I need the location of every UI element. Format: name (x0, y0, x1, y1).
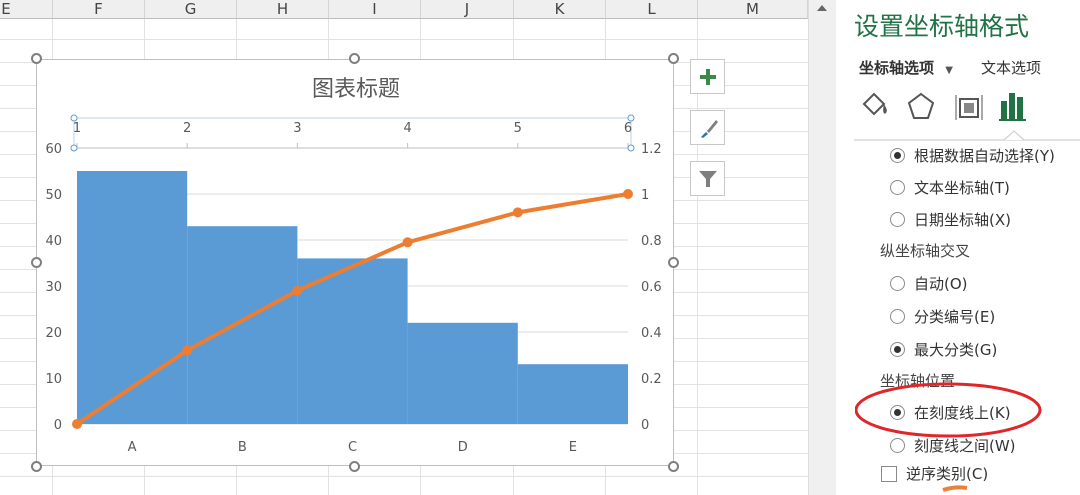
resize-handle-bottom-left[interactable] (31, 461, 42, 472)
radio-label[interactable]: 自动(O) (914, 273, 968, 294)
chart-title: 图表标题 (312, 77, 400, 102)
secondary-x-axis-selection (73, 117, 632, 149)
add-chart-element-icon (699, 68, 716, 85)
x2-tick-label: 1 (73, 121, 81, 136)
chevron-down-icon[interactable]: ▼ (945, 65, 953, 76)
resize-handle-bottom-right[interactable] (668, 461, 679, 472)
axis-selection-handle (70, 114, 78, 122)
bar (187, 226, 298, 424)
radio-label[interactable]: 最大分类(G) (914, 339, 997, 360)
column-header[interactable]: J (421, 0, 514, 19)
radio-button[interactable] (890, 342, 905, 357)
column-header[interactable]: E (0, 0, 53, 19)
line-point (623, 189, 633, 199)
fill-line-button[interactable] (858, 90, 892, 124)
fill-line-icon (862, 92, 887, 116)
y2-tick-label: 0.8 (641, 234, 662, 249)
line-point (292, 285, 303, 296)
column-header[interactable]: G (145, 0, 237, 19)
axis-selection-handle (627, 114, 635, 122)
radio-button[interactable] (890, 148, 905, 163)
axis-selection-handle (627, 144, 635, 152)
tab-axis-options-label: 坐标轴选项 (859, 59, 935, 77)
category-label: C (348, 440, 357, 455)
chart-filters-button[interactable] (690, 161, 725, 196)
x2-tick-label: 5 (514, 121, 522, 136)
line-point (72, 419, 82, 429)
effects-pentagon-icon (907, 92, 935, 119)
radio-button[interactable] (890, 212, 905, 227)
gridline-horizontal (0, 39, 808, 40)
column-header[interactable]: L (606, 0, 698, 19)
bar (407, 322, 518, 424)
y-tick-label: 20 (45, 326, 62, 341)
category-label: D (458, 440, 468, 455)
tab-text-options[interactable]: 文本选项 (981, 57, 1041, 78)
scroll-up-arrow-icon[interactable] (809, 0, 835, 16)
line-point (402, 237, 413, 248)
column-header[interactable]: M (698, 0, 808, 19)
category-label: E (569, 440, 577, 455)
column-header[interactable]: F (53, 0, 145, 19)
x2-tick-label: 3 (293, 121, 301, 136)
size-properties-button[interactable] (952, 90, 986, 124)
column-header[interactable]: I (329, 0, 421, 19)
vertical-scrollbar[interactable] (808, 0, 836, 495)
resize-handle-top-left[interactable] (31, 53, 42, 64)
chart-styles-button[interactable] (690, 110, 725, 145)
y-tick-label: 40 (45, 234, 62, 249)
column-header[interactable]: H (237, 0, 329, 19)
pane-title: 设置坐标轴格式 (854, 12, 1030, 41)
y2-tick-label: 0.4 (641, 326, 662, 341)
radio-label[interactable]: 分类编号(E) (914, 306, 995, 327)
gridline-horizontal (0, 476, 808, 477)
line-point (512, 207, 523, 218)
x2-tick-label: 4 (403, 121, 411, 136)
x2-tick-label: 6 (624, 121, 632, 136)
axis-options-button[interactable] (996, 88, 1032, 126)
y-tick-label: 60 (45, 142, 62, 157)
axis-selection-handle (70, 144, 78, 152)
section-label: 纵坐标轴交叉 (880, 242, 971, 260)
resize-handle-top-middle[interactable] (349, 53, 360, 64)
chart-area[interactable]: 图表标题 0 10 20 30 40 50 60 0 0.2 0.4 0.6 0.8 1 1.2 A B C D E 1… (36, 59, 674, 466)
y2-tick-label: 0.2 (641, 372, 662, 387)
chart-styles-brush-icon (700, 119, 718, 138)
tab-axis-options[interactable]: 坐标轴选项 ▼ (859, 57, 953, 78)
spreadsheet-area[interactable]: EFGHIJKLM 图表标题 0 10 20 30 40 50 60 0 0.2 0.4 0.6 0.8… (0, 0, 808, 495)
x2-tick-label: 2 (183, 121, 191, 136)
tab-indicator (854, 130, 1080, 141)
axis-options-bars-icon (999, 93, 1026, 121)
column-header[interactable]: K (514, 0, 606, 19)
resize-handle-middle-right[interactable] (668, 257, 679, 268)
resize-handle-bottom-middle[interactable] (349, 461, 360, 472)
size-properties-icon (955, 95, 983, 120)
bar (517, 364, 628, 424)
y2-tick-label: 0.6 (641, 280, 662, 295)
resize-handle-top-right[interactable] (668, 53, 679, 64)
red-annotation (855, 382, 1042, 492)
radio-label[interactable]: 文本坐标轴(T) (914, 177, 1010, 198)
y-tick-label: 0 (54, 418, 62, 433)
y-tick-label: 30 (45, 280, 62, 295)
effects-button[interactable] (904, 90, 938, 124)
category-label: A (128, 440, 137, 455)
chart-svg[interactable]: 图表标题 0 10 20 30 40 50 60 0 0.2 0.4 0.6 0.8 1 1.2 A B C D E 1… (36, 59, 674, 466)
radio-label[interactable]: 日期坐标轴(X) (914, 209, 1011, 230)
y2-tick-label: 1 (641, 188, 649, 203)
resize-handle-middle-left[interactable] (31, 257, 42, 268)
chart-elements-button[interactable] (690, 59, 725, 94)
y2-tick-label: 1.2 (641, 142, 662, 157)
y2-tick-label: 0 (641, 418, 649, 433)
radio-button[interactable] (890, 276, 905, 291)
category-label: B (238, 440, 247, 455)
radio-button[interactable] (890, 309, 905, 324)
radio-label[interactable]: 根据数据自动选择(Y) (914, 145, 1055, 166)
radio-button[interactable] (890, 180, 905, 195)
y-tick-label: 50 (45, 188, 62, 203)
chart-filter-icon (698, 170, 717, 187)
line-point (182, 345, 193, 356)
y-tick-label: 10 (45, 372, 62, 387)
